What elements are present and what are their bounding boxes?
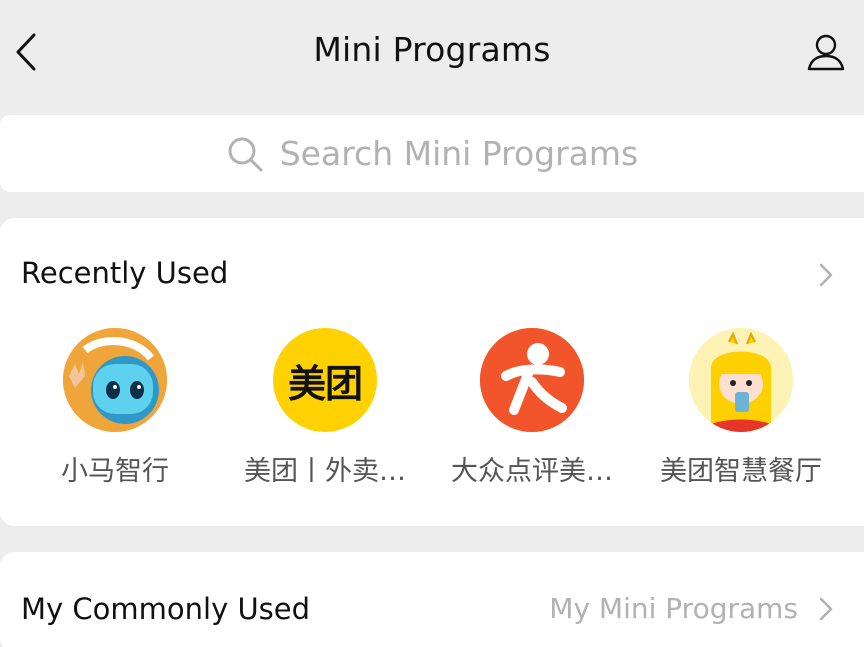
- navigation-bar: Mini Programs: [0, 0, 864, 108]
- search-icon: [228, 137, 263, 171]
- app-item-meituan[interactable]: 美团 美团丨外卖…: [225, 328, 425, 488]
- dianping-logo-icon: [480, 328, 584, 432]
- profile-button[interactable]: [802, 28, 850, 76]
- meituan-logo-text: 美团: [287, 361, 363, 406]
- app-label: 美团智慧餐厅: [660, 456, 822, 487]
- search-placeholder: Search Mini Programs: [279, 134, 639, 173]
- commonly-used-title: My Commonly Used: [21, 592, 311, 626]
- app-label: 美团丨外卖…: [244, 456, 406, 487]
- mini-programs-screen: Mini Programs Search Mini Programs Recen…: [0, 0, 864, 647]
- chevron-right-icon[interactable]: [818, 262, 834, 288]
- robot-mascot-icon: [63, 328, 167, 432]
- chevron-right-icon[interactable]: [818, 596, 834, 622]
- app-item-xiaoma[interactable]: 小马智行: [15, 328, 215, 488]
- recently-used-title: Recently Used: [21, 256, 229, 290]
- person-icon: [807, 34, 845, 71]
- kid-mascot-icon: [689, 328, 793, 432]
- search-field[interactable]: Search Mini Programs: [226, 134, 639, 173]
- page-title: Mini Programs: [313, 30, 551, 69]
- commonly-used-section: My Commonly Used My Mini Programs: [0, 552, 864, 647]
- app-label: 小马智行: [61, 456, 169, 487]
- app-item-dianping[interactable]: 大众点评美…: [432, 328, 632, 488]
- search-bar[interactable]: Search Mini Programs: [0, 115, 864, 192]
- meituan-logo-icon: 美团: [273, 328, 377, 432]
- my-mini-programs-link[interactable]: My Mini Programs: [549, 592, 798, 625]
- app-label: 大众点评美…: [451, 456, 613, 487]
- app-item-meituan-restaurant[interactable]: 美团智慧餐厅: [641, 328, 841, 488]
- recently-used-section: Recently Used 小马智行 美团 美团丨外卖… 大众点评美… 美团智慧…: [0, 218, 864, 526]
